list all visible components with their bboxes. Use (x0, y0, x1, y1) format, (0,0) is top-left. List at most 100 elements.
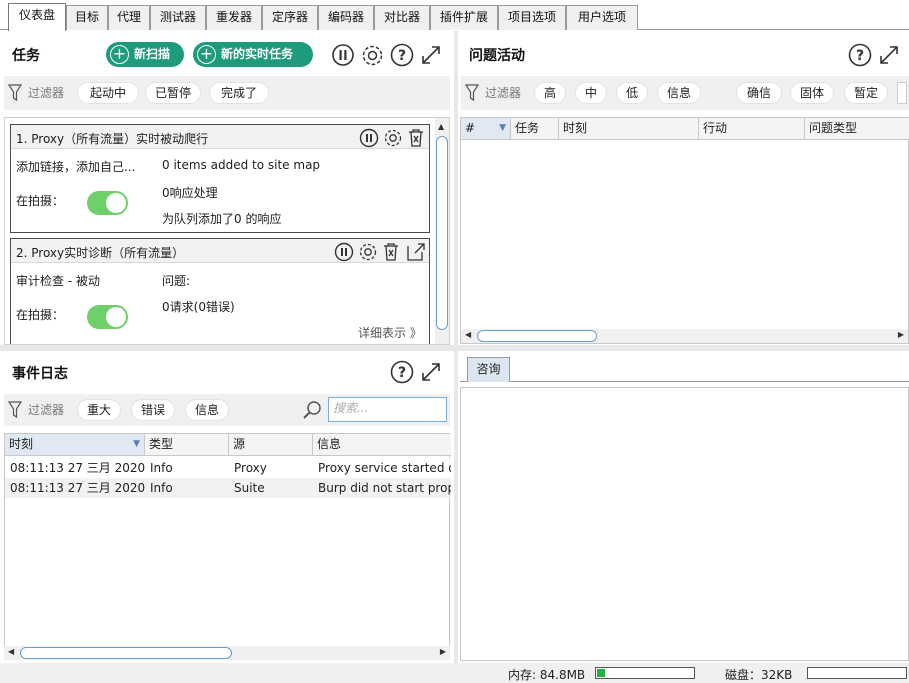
tab-proxy[interactable]: 代理 (108, 5, 150, 30)
event-log-filter-bar: 过滤器 重大 错误 信息 搜索... (4, 394, 450, 426)
new-live-task-button[interactable]: + 新的实时任务 (193, 42, 313, 67)
svg-text:?: ? (856, 48, 864, 64)
expand-icon[interactable] (420, 44, 442, 66)
filter-finished[interactable]: 完成了 (209, 82, 269, 104)
task-card[interactable]: 1. Proxy（所有流量）实时被动爬行 添加链接，添加自己... 0 item… (10, 124, 430, 233)
expand-icon[interactable] (878, 44, 900, 66)
scrollbar-thumb[interactable] (477, 330, 597, 342)
new-scan-button[interactable]: + 新扫描 (106, 42, 184, 67)
task-stat: 0响应处理 (162, 186, 218, 200)
tab-intruder[interactable]: 测试器 (150, 5, 206, 30)
tab-project-options[interactable]: 项目选项 (498, 5, 566, 30)
search-input[interactable]: 搜索... (328, 397, 447, 422)
details-link[interactable]: 详细表示 》 (358, 324, 422, 341)
filter-critical[interactable]: 重大 (77, 399, 121, 421)
table-row[interactable]: 08:11:13 27 三月 2020 Info Suite Burp did … (5, 478, 451, 498)
column-header-issue-type[interactable]: 问题类型 (805, 118, 909, 140)
column-header-time[interactable]: 时刻 (559, 118, 699, 140)
filter-error[interactable]: 错误 (131, 399, 175, 421)
row-message: Proxy service started o (318, 461, 451, 475)
gear-icon[interactable] (358, 242, 378, 262)
filter-running[interactable]: 起动中 (77, 82, 139, 104)
filter-info[interactable]: 信息 (657, 82, 701, 104)
tab-advisory[interactable]: 咨询 (467, 357, 510, 382)
capture-label: 在拍摄： (16, 194, 65, 208)
help-icon[interactable]: ? (390, 43, 414, 67)
task-stat: 0请求(0错误) (162, 300, 235, 314)
filter-low[interactable]: 低 (616, 82, 648, 104)
filter-icon[interactable] (8, 401, 22, 419)
tab-extender[interactable]: 插件扩展 (430, 5, 498, 30)
svg-text:?: ? (398, 48, 406, 64)
help-icon[interactable]: ? (390, 360, 414, 384)
tasks-filter-bar: 过滤器 起动中 已暂停 完成了 (4, 76, 450, 110)
scrollbar-thumb[interactable] (436, 136, 448, 330)
task-stat: 0 items added to site map (162, 158, 321, 172)
memory-meter-fill (597, 669, 605, 677)
issues-hscrollbar[interactable]: ◀ ▶ (461, 329, 908, 343)
filter-high[interactable]: 高 (534, 82, 566, 104)
tab-comparer[interactable]: 对比器 (374, 5, 430, 30)
row-source: Proxy (234, 461, 267, 475)
task-list-scrollbar[interactable]: ▲ (435, 118, 449, 344)
disk-label: 磁盘：32KB (725, 668, 793, 682)
row-time: 08:11:13 27 三月 2020 (10, 461, 145, 475)
task-card[interactable]: 2. Proxy实时诊断（所有流量） 审计检查 - 被动 问题: 0请求(0错误… (10, 238, 430, 344)
event-log-table: 时刻 ▼ 类型 源 信息 08:11:13 27 三月 2020 Info Pr… (4, 433, 451, 647)
pause-icon[interactable] (359, 128, 379, 148)
popout-icon[interactable] (406, 242, 426, 262)
search-icon[interactable] (302, 399, 324, 421)
filter-label: 过滤器 (28, 86, 65, 100)
row-type: Info (150, 481, 173, 495)
column-header-type[interactable]: 类型 (145, 434, 229, 456)
task-stat: 为队列添加了0 的响应 (162, 212, 282, 226)
tab-repeater[interactable]: 重发器 (206, 5, 262, 30)
column-header-index[interactable]: # ▼ (461, 118, 511, 140)
gear-icon[interactable] (360, 43, 385, 68)
event-log-hscrollbar[interactable]: ◀ ▶ (4, 646, 450, 660)
filter-overflow[interactable] (897, 82, 907, 104)
filter-icon[interactable] (8, 84, 22, 102)
filter-certain[interactable]: 确信 (736, 82, 782, 104)
task-description: 审计检查 - 被动 (16, 274, 100, 288)
filter-firm[interactable]: 固体 (790, 82, 834, 104)
gear-icon[interactable] (383, 128, 403, 148)
column-header-time[interactable]: 时刻 ▼ (5, 434, 145, 456)
tab-target[interactable]: 目标 (66, 5, 108, 30)
filter-medium[interactable]: 中 (575, 82, 607, 104)
table-row[interactable]: 08:11:13 27 三月 2020 Info Proxy Proxy ser… (5, 458, 451, 478)
delete-icon[interactable] (407, 128, 425, 148)
memory-label: 内存: 84.8MB (508, 668, 586, 682)
filter-tentative[interactable]: 暂定 (844, 82, 888, 104)
scrollbar-thumb[interactable] (20, 647, 232, 659)
splitter-handle[interactable] (458, 345, 909, 351)
tab-sequencer[interactable]: 定序器 (262, 5, 318, 30)
expand-icon[interactable] (420, 361, 442, 383)
column-header-task[interactable]: 任务 (511, 118, 559, 140)
row-type: Info (150, 461, 173, 475)
help-icon[interactable]: ? (848, 43, 872, 67)
tab-user-options[interactable]: 用户选项 (566, 5, 638, 30)
tab-decoder[interactable]: 编码器 (318, 5, 374, 30)
filter-info[interactable]: 信息 (185, 399, 229, 421)
filter-label: 过滤器 (28, 403, 65, 417)
row-source: Suite (234, 481, 265, 495)
capture-label: 在拍摄： (16, 308, 65, 322)
pause-all-icon[interactable] (331, 43, 355, 67)
memory-meter (595, 667, 695, 679)
splitter-handle[interactable] (0, 345, 455, 351)
filter-paused[interactable]: 已暂停 (145, 82, 201, 104)
pause-icon[interactable] (334, 242, 354, 262)
capture-toggle[interactable] (87, 305, 128, 329)
row-message: Burp did not start prope (318, 481, 451, 495)
tab-dashboard[interactable]: 仪表盘 (8, 3, 66, 31)
capture-toggle[interactable] (87, 191, 128, 215)
column-header-source[interactable]: 源 (229, 434, 313, 456)
task-title: 2. Proxy实时诊断（所有流量） (16, 246, 185, 260)
plus-icon: + (110, 45, 129, 64)
sort-desc-icon: ▼ (133, 439, 140, 449)
column-header-action[interactable]: 行动 (699, 118, 805, 140)
filter-icon[interactable] (465, 84, 479, 102)
delete-icon[interactable] (382, 242, 400, 262)
column-header-message[interactable]: 信息 (313, 434, 451, 456)
